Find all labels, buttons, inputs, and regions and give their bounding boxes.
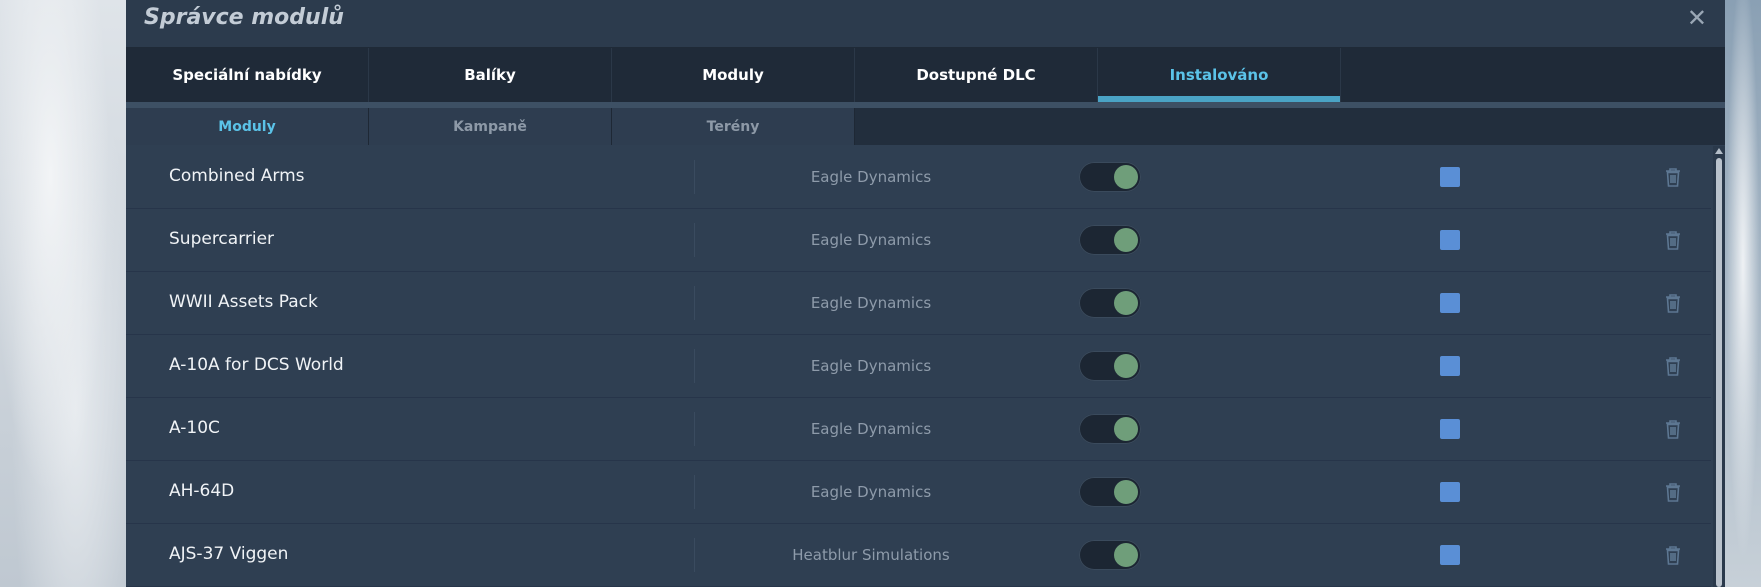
background-sky-left — [0, 0, 126, 587]
tab-available-dlc[interactable]: Dostupné DLC — [855, 48, 1098, 102]
enable-toggle[interactable] — [1079, 288, 1141, 318]
module-manager-dialog: Správce modulů ✕ Speciální nabídky Balík… — [126, 0, 1725, 587]
module-name: Supercarrier — [169, 229, 275, 249]
tab-installed[interactable]: Instalováno — [1098, 48, 1341, 102]
subtab-terrains[interactable]: Terény — [612, 108, 855, 145]
module-developer: Heatblur Simulations — [792, 546, 950, 564]
module-name: Combined Arms — [169, 166, 305, 186]
trash-icon[interactable] — [1664, 481, 1682, 503]
enable-toggle[interactable] — [1079, 540, 1141, 570]
installed-modules-list: Combined Arms Eagle Dynamics Supercarrie… — [126, 146, 1711, 587]
module-developer: Eagle Dynamics — [810, 357, 932, 375]
enable-toggle[interactable] — [1079, 162, 1141, 192]
module-checkbox[interactable] — [1440, 419, 1460, 439]
tab-bundles[interactable]: Balíky — [369, 48, 612, 102]
module-name: AH-64D — [169, 481, 235, 501]
trash-icon[interactable] — [1664, 418, 1682, 440]
enable-toggle[interactable] — [1079, 351, 1141, 381]
dialog-title: Správce modulů — [144, 5, 344, 30]
table-row: WWII Assets Pack Eagle Dynamics — [126, 272, 1711, 335]
trash-icon[interactable] — [1664, 229, 1682, 251]
module-name: A-10C — [169, 418, 220, 438]
subtab-modules[interactable]: Moduly — [126, 108, 369, 145]
toggle-knob — [1114, 165, 1138, 189]
table-row: Supercarrier Eagle Dynamics — [126, 209, 1711, 272]
toggle-knob — [1114, 543, 1138, 567]
module-checkbox[interactable] — [1440, 230, 1460, 250]
sub-tabs: Moduly Kampaně Terény — [126, 108, 1725, 145]
list-scrollbar[interactable] — [1713, 146, 1725, 587]
toggle-knob — [1114, 417, 1138, 441]
module-developer: Eagle Dynamics — [810, 168, 932, 186]
module-name: A-10A for DCS World — [169, 355, 344, 375]
trash-icon[interactable] — [1664, 292, 1682, 314]
tab-modules[interactable]: Moduly — [612, 48, 855, 102]
module-developer: Eagle Dynamics — [810, 420, 932, 438]
module-developer: Eagle Dynamics — [810, 294, 932, 312]
subtab-campaigns[interactable]: Kampaně — [369, 108, 612, 145]
title-bar: Správce modulů ✕ — [126, 0, 1725, 48]
module-checkbox[interactable] — [1440, 293, 1460, 313]
trash-icon[interactable] — [1664, 355, 1682, 377]
toggle-knob — [1114, 480, 1138, 504]
module-name: WWII Assets Pack — [169, 292, 318, 312]
table-row: A-10A for DCS World Eagle Dynamics — [126, 335, 1711, 398]
toggle-knob — [1114, 354, 1138, 378]
table-row: AH-64D Eagle Dynamics — [126, 461, 1711, 524]
scroll-thumb[interactable] — [1716, 158, 1722, 587]
enable-toggle[interactable] — [1079, 225, 1141, 255]
module-checkbox[interactable] — [1440, 482, 1460, 502]
scroll-up-icon[interactable] — [1715, 148, 1723, 154]
module-checkbox[interactable] — [1440, 167, 1460, 187]
background-sky-right — [1725, 0, 1761, 587]
toggle-knob — [1114, 228, 1138, 252]
module-name: AJS-37 Viggen — [169, 544, 289, 564]
table-row: Combined Arms Eagle Dynamics — [126, 146, 1711, 209]
module-developer: Eagle Dynamics — [810, 231, 932, 249]
enable-toggle[interactable] — [1079, 414, 1141, 444]
table-row: A-10C Eagle Dynamics — [126, 398, 1711, 461]
enable-toggle[interactable] — [1079, 477, 1141, 507]
trash-icon[interactable] — [1664, 166, 1682, 188]
table-row: AJS-37 Viggen Heatblur Simulations — [126, 524, 1711, 587]
tab-special-offers[interactable]: Speciální nabídky — [126, 48, 369, 102]
trash-icon[interactable] — [1664, 544, 1682, 566]
toggle-knob — [1114, 291, 1138, 315]
module-developer: Eagle Dynamics — [810, 483, 932, 501]
module-checkbox[interactable] — [1440, 356, 1460, 376]
main-tabs: Speciální nabídky Balíky Moduly Dostupné… — [126, 48, 1725, 102]
close-icon[interactable]: ✕ — [1687, 4, 1707, 32]
module-checkbox[interactable] — [1440, 545, 1460, 565]
